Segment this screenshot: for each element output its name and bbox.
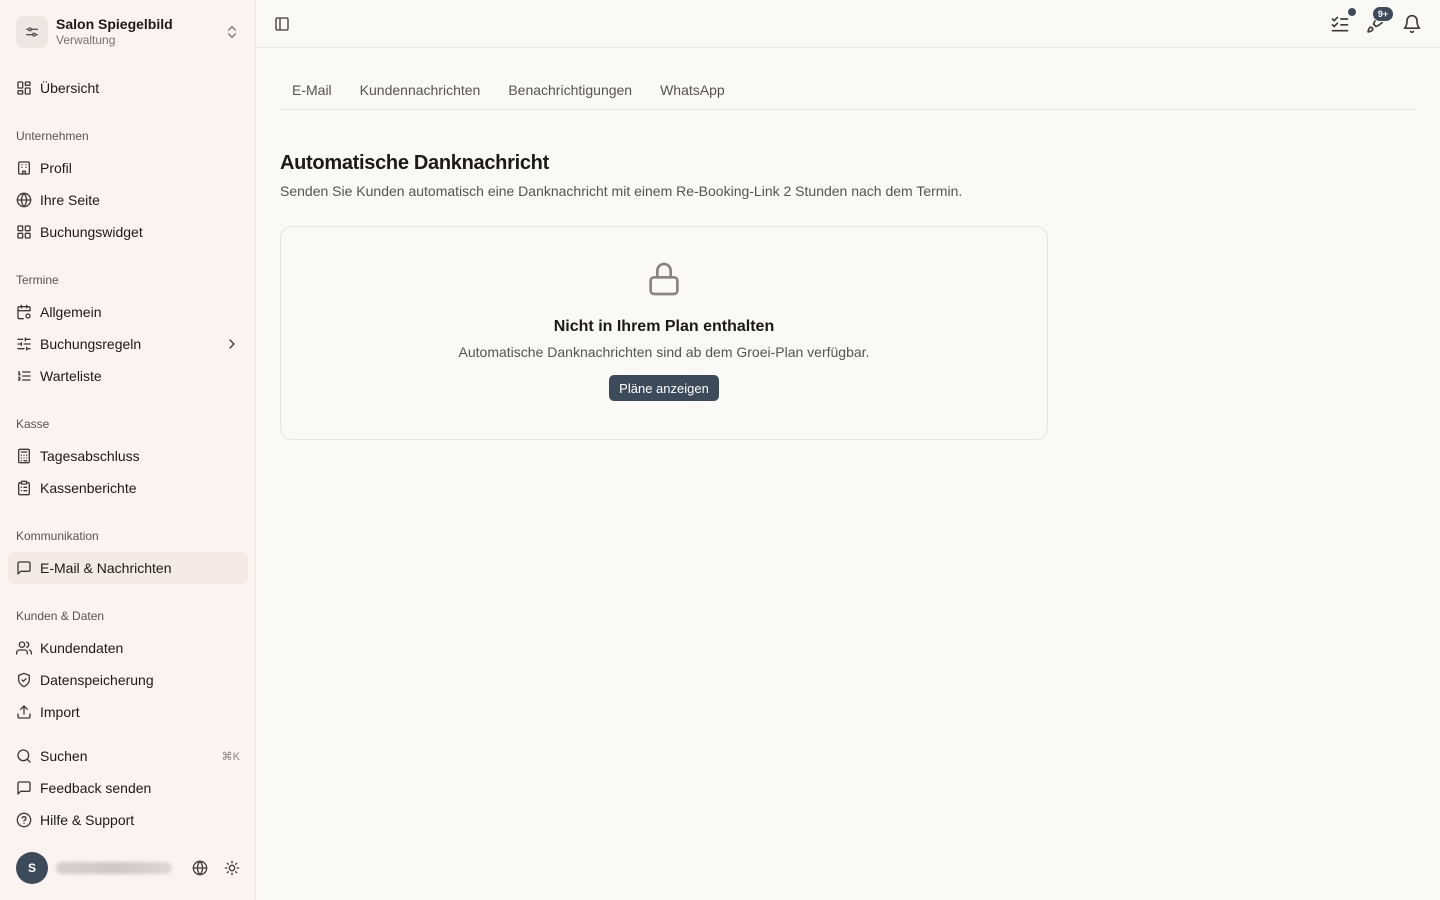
sidebar-item-profile[interactable]: Profil: [8, 152, 248, 184]
tab-customer-messages[interactable]: Kundennachrichten: [346, 72, 495, 109]
tab-email[interactable]: E-Mail: [292, 72, 346, 109]
message-square-icon: [16, 780, 32, 796]
sidebar-item-overview[interactable]: Übersicht: [8, 72, 248, 104]
sidebar: Salon Spiegelbild Verwaltung Übersicht U…: [0, 0, 256, 900]
sidebar-item-search[interactable]: Suchen ⌘K: [8, 740, 248, 772]
org-name: Salon Spiegelbild: [56, 16, 173, 32]
sidebar-item-label: Buchungswidget: [40, 224, 143, 240]
sidebar-item-waitlist[interactable]: Warteliste: [8, 360, 248, 392]
tab-notifications[interactable]: Benachrichtigungen: [494, 72, 646, 109]
notification-count-badge: 9+: [1372, 6, 1394, 22]
sidebar-item-label: Buchungsregeln: [40, 336, 142, 352]
sidebar-item-label: Übersicht: [40, 80, 100, 96]
org-subtitle: Verwaltung: [56, 33, 116, 47]
panel-left-icon[interactable]: [274, 16, 290, 32]
sidebar-item-help[interactable]: Hilfe & Support: [8, 804, 248, 836]
shield-check-icon: [16, 672, 32, 688]
section-label-communication: Kommunikation: [16, 529, 99, 543]
bell-icon[interactable]: [1402, 14, 1422, 34]
sidebar-item-register-reports[interactable]: Kassenberichte: [8, 472, 248, 504]
locked-card-text: Automatische Danknachrichten sind ab dem…: [458, 344, 870, 360]
locked-feature-card: Nicht in Ihrem Plan enthalten Automatisc…: [280, 226, 1048, 440]
sidebar-item-booking-rules[interactable]: Buchungsregeln: [8, 328, 248, 360]
globe-icon: [16, 192, 32, 208]
sidebar-item-label: Datenspeicherung: [40, 672, 154, 688]
chevron-right-icon: [224, 336, 240, 352]
section-label-appointments: Termine: [16, 273, 59, 287]
section-title: Automatische Danknachricht: [280, 152, 549, 174]
upload-icon: [16, 704, 32, 720]
sidebar-item-label: Kassenberichte: [40, 480, 137, 496]
avatar[interactable]: S: [16, 852, 48, 884]
search-shortcut: ⌘K: [221, 750, 240, 763]
section-label-customers: Kunden & Daten: [16, 609, 105, 623]
user-menu[interactable]: S: [8, 852, 248, 884]
message-square-icon: [16, 560, 32, 576]
org-logo-icon: [16, 16, 48, 48]
sidebar-item-import[interactable]: Import: [8, 696, 248, 728]
search-icon: [16, 748, 32, 764]
locked-card-title: Nicht in Ihrem Plan enthalten: [553, 318, 775, 335]
sidebar-item-your-page[interactable]: Ihre Seite: [8, 184, 248, 216]
section-label-company: Unternehmen: [16, 129, 89, 143]
sidebar-item-email-messages[interactable]: E-Mail & Nachrichten: [8, 552, 248, 584]
sidebar-item-label: E-Mail & Nachrichten: [40, 560, 172, 576]
calendar-cog-icon: [16, 304, 32, 320]
sidebar-item-label: Ihre Seite: [40, 192, 100, 208]
top-header: 9+: [256, 0, 1440, 48]
clipboard-list-icon: [16, 480, 32, 496]
sidebar-item-label: Allgemein: [40, 304, 102, 320]
message-tabs: E-Mail Kundennachrichten Benachrichtigun…: [280, 72, 1416, 110]
globe-icon[interactable]: [192, 860, 208, 876]
section-label-register: Kasse: [16, 417, 50, 431]
sidebar-item-daily-closing[interactable]: Tagesabschluss: [8, 440, 248, 472]
list-checks-icon[interactable]: [1330, 14, 1350, 34]
users-icon: [16, 640, 32, 656]
sidebar-item-customer-data[interactable]: Kundendaten: [8, 632, 248, 664]
sidebar-item-label: Warteliste: [40, 368, 102, 384]
sidebar-item-label: Feedback senden: [40, 780, 152, 796]
lock-icon: [644, 259, 684, 299]
sidebar-item-label: Profil: [40, 160, 72, 176]
grid-icon: [16, 224, 32, 240]
layout-dashboard-icon: [16, 80, 32, 96]
sidebar-item-label: Tagesabschluss: [40, 448, 140, 464]
sidebar-item-label: Hilfe & Support: [40, 812, 135, 828]
user-name-blurred: [56, 862, 172, 874]
sidebar-item-general[interactable]: Allgemein: [8, 296, 248, 328]
chevrons-up-down-icon: [224, 24, 240, 40]
organization-switcher[interactable]: Salon Spiegelbild Verwaltung: [8, 8, 248, 56]
building-icon: [16, 160, 32, 176]
list-ordered-icon: [16, 368, 32, 384]
sidebar-item-feedback[interactable]: Feedback senden: [8, 772, 248, 804]
sidebar-item-label: Suchen: [40, 748, 88, 764]
tasks-dot-badge: [1347, 7, 1357, 17]
sidebar-item-label: Import: [40, 704, 80, 720]
sidebar-item-label: Kundendaten: [40, 640, 124, 656]
sidebar-item-booking-widget[interactable]: Buchungswidget: [8, 216, 248, 248]
sun-icon[interactable]: [224, 860, 240, 876]
sidebar-item-data-storage[interactable]: Datenspeicherung: [8, 664, 248, 696]
tab-whatsapp[interactable]: WhatsApp: [646, 72, 739, 109]
calculator-icon: [16, 448, 32, 464]
help-circle-icon: [16, 812, 32, 828]
view-plans-button[interactable]: Pläne anzeigen: [609, 375, 719, 401]
sliders-icon: [16, 336, 32, 352]
section-description: Senden Sie Kunden automatisch eine Dankn…: [280, 183, 963, 199]
